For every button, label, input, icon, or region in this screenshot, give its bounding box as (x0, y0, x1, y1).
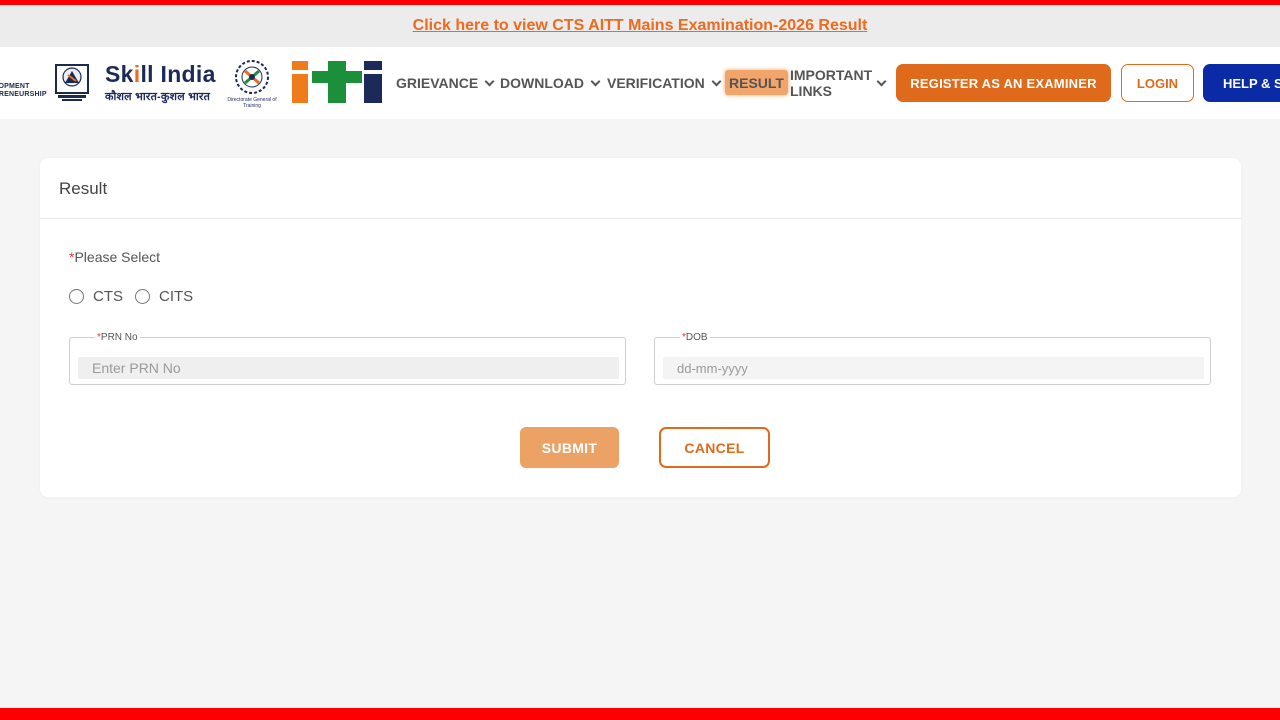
prn-field: *PRN No (69, 332, 626, 385)
skill-india-logo[interactable]: Skill India कौशल भारत-कुशल भारत (105, 61, 216, 104)
dgt-emblem-icon (235, 60, 269, 94)
radio-cits[interactable]: CITS (135, 288, 193, 305)
site-header: LOPMENT PRENEURSHIP Skill India कौशल भार… (0, 47, 1280, 119)
radio-cts-label: CTS (93, 288, 123, 305)
card-divider (40, 218, 1241, 219)
chevron-down-icon (876, 76, 887, 86)
cancel-button[interactable]: CANCEL (659, 427, 770, 468)
msde-logo-line2: PRENEURSHIP (0, 91, 47, 98)
chevron-down-icon (484, 76, 495, 86)
nav-download[interactable]: DOWNLOAD (500, 47, 601, 119)
radio-circle-icon[interactable] (135, 289, 150, 304)
chevron-down-icon (590, 76, 601, 86)
skill-india-title: Skill India (105, 61, 216, 87)
nav-verification[interactable]: VERIFICATION (607, 47, 722, 119)
msde-logo-text: LOPMENT PRENEURSHIP (0, 83, 47, 99)
dob-field: *DOB (654, 332, 1211, 385)
prn-input[interactable] (78, 357, 619, 379)
dob-label-text: DOB (685, 332, 708, 343)
please-select-label: *Please Select (69, 249, 160, 265)
nav-grievance[interactable]: GRIEVANCE (396, 47, 495, 119)
nav-result[interactable]: RESULT (725, 70, 788, 95)
nav-result-label: RESULT (729, 74, 784, 91)
dob-label: *DOB (680, 332, 710, 343)
msde-emblem-icon (55, 64, 89, 101)
bottom-red-bar (0, 708, 1280, 720)
radio-cits-label: CITS (159, 288, 194, 305)
card-title: Result (59, 179, 108, 198)
nav-important-links-label: IMPORTANT LINKS (790, 67, 873, 99)
dgt-logo[interactable]: Directorate General of Training (220, 59, 284, 109)
nav-verification-label: VERIFICATION (607, 75, 705, 91)
announcement-link[interactable]: Click here to view CTS AITT Mains Examin… (413, 17, 868, 35)
prn-label-text: PRN No (100, 332, 138, 343)
iti-logo[interactable] (292, 61, 384, 103)
nav-grievance-label: GRIEVANCE (396, 75, 479, 91)
submit-button[interactable]: SUBMIT (520, 427, 619, 468)
nav-download-label: DOWNLOAD (500, 75, 584, 91)
iti-logo-icon (292, 61, 382, 103)
dgt-caption: Directorate General of Training (227, 97, 277, 109)
result-card: Result *Please Select CTS CITS *PRN No *… (40, 158, 1241, 497)
skill-india-title-part2: ll India (140, 61, 216, 87)
login-button[interactable]: LOGIN (1121, 64, 1194, 102)
radio-circle-icon[interactable] (69, 289, 84, 304)
prn-label: *PRN No (95, 332, 140, 343)
msde-logo[interactable]: LOPMENT PRENEURSHIP (0, 63, 94, 105)
skill-india-subtitle: कौशल भारत-कुशल भारत (105, 91, 211, 103)
announcement-bar: Click here to view CTS AITT Mains Examin… (0, 5, 1280, 47)
msde-logo-line1: LOPMENT (0, 83, 30, 90)
radio-cts[interactable]: CTS (69, 288, 123, 305)
chevron-down-icon (711, 76, 722, 86)
please-select-text: Please Select (74, 249, 161, 265)
help-support-button[interactable]: HELP & SU (1203, 64, 1280, 102)
nav-important-links[interactable]: IMPORTANT LINKS (790, 47, 887, 119)
dob-input[interactable] (663, 357, 1204, 379)
skill-india-title-part1: Sk (105, 61, 134, 87)
register-examiner-button[interactable]: REGISTER AS AN EXAMINER (896, 64, 1111, 102)
